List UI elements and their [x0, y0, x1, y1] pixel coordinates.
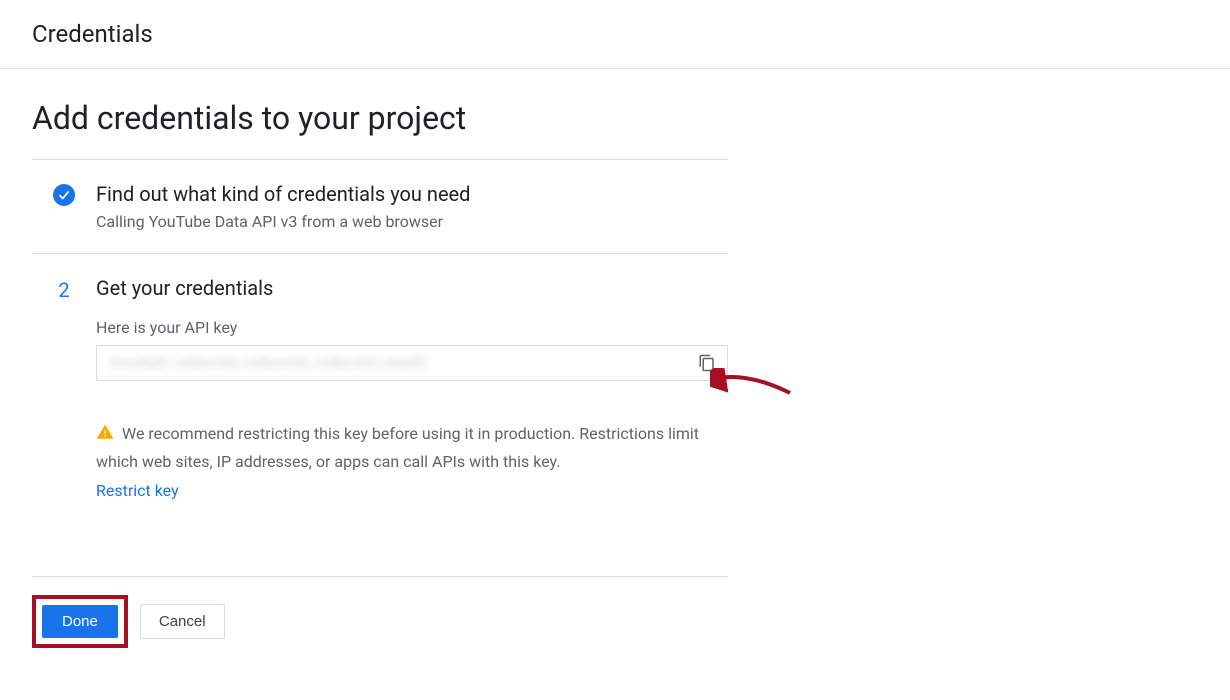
page-header: Credentials	[0, 0, 1230, 69]
warning-block: We recommend restricting this key before…	[96, 421, 728, 504]
step-2: 2 Get your credentials Here is your API …	[32, 254, 728, 526]
check-circle-icon	[53, 184, 75, 206]
restrict-key-link[interactable]: Restrict key	[96, 478, 179, 504]
page-header-title: Credentials	[32, 20, 1198, 48]
copy-icon[interactable]	[693, 349, 721, 377]
warning-icon	[96, 423, 114, 449]
step-2-number: 2	[58, 278, 69, 504]
step-2-title: Get your credentials	[96, 276, 728, 300]
main-title: Add credentials to your project	[32, 99, 728, 137]
step-2-indicator: 2	[52, 276, 76, 504]
warning-text: We recommend restricting this key before…	[96, 424, 699, 471]
step-2-body: Get your credentials Here is your API ke…	[96, 276, 728, 504]
api-key-box: AIzaSyD_redacted_redacted_redacted_key00	[96, 345, 728, 381]
footer-actions: Done Cancel	[32, 576, 728, 648]
step-1: Find out what kind of credentials you ne…	[32, 160, 728, 253]
done-highlight-annotation: Done	[32, 595, 128, 648]
done-button[interactable]: Done	[42, 605, 118, 638]
step-1-indicator	[52, 182, 76, 231]
step-1-body: Find out what kind of credentials you ne…	[96, 182, 728, 231]
api-key-value[interactable]: AIzaSyD_redacted_redacted_redacted_key00	[109, 355, 693, 371]
step-1-subtitle: Calling YouTube Data API v3 from a web b…	[96, 212, 728, 231]
content-area: Add credentials to your project Find out…	[0, 69, 760, 678]
api-key-label: Here is your API key	[96, 318, 728, 337]
step-1-title: Find out what kind of credentials you ne…	[96, 182, 728, 206]
cancel-button[interactable]: Cancel	[140, 604, 225, 639]
